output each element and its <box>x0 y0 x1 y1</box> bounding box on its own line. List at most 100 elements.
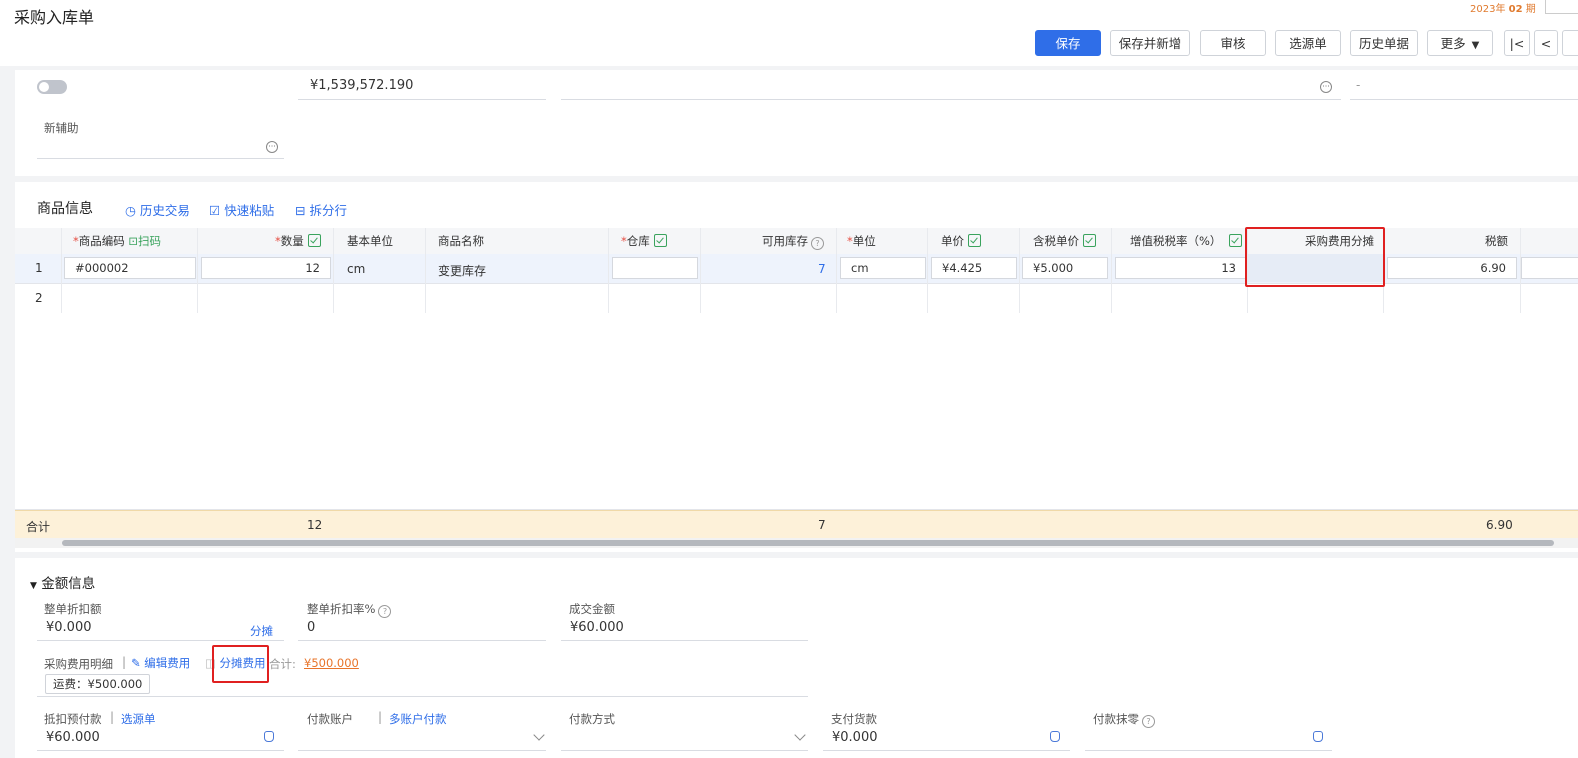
period-indicator[interactable]: 2023年 02 期 <box>1470 0 1536 15</box>
pay-goods-field-line[interactable] <box>823 749 1070 751</box>
empty-row <box>15 429 1578 459</box>
pay-method-select[interactable] <box>561 749 808 751</box>
fee-detail-label: 采购费用明细 <box>44 657 113 671</box>
totals-label: 合计 <box>26 520 51 534</box>
pay-round-field-line[interactable] <box>1085 749 1332 751</box>
deal-amount-label: 成交金额 <box>569 602 615 616</box>
next-record-button[interactable] <box>1562 30 1578 56</box>
quick-paste-link[interactable]: ☑ 快速粘贴 <box>209 200 274 219</box>
checkbox-icon: ☑ <box>209 203 221 218</box>
dash-field-line <box>1350 98 1578 100</box>
multi-account-link[interactable]: 多账户付款 <box>389 711 447 727</box>
more-button[interactable]: 更多 ▼ <box>1427 30 1493 56</box>
save-button[interactable]: 保存 <box>1035 30 1101 56</box>
batch-check-icon[interactable] <box>1083 234 1096 247</box>
aux-dots-icon[interactable]: ··· <box>266 141 278 153</box>
aux-field-line[interactable] <box>37 157 284 159</box>
allocate-link[interactable]: 分摊 <box>250 623 273 639</box>
discount-field-line[interactable] <box>37 639 284 641</box>
batch-check-icon[interactable] <box>307 234 321 247</box>
price-input[interactable]: ¥4.425 <box>931 257 1017 279</box>
sum-value-link[interactable]: ¥500.000 <box>304 656 359 670</box>
history-trade-link[interactable]: ◷ 历史交易 <box>125 200 190 219</box>
discount-value: ¥0.000 <box>46 620 92 635</box>
horizontal-scrollbar[interactable] <box>15 538 1578 548</box>
col-tax-price-label: 含税单价 <box>1033 234 1079 248</box>
pay-method-label: 付款方式 <box>569 712 615 726</box>
unit-input[interactable]: cm <box>840 257 926 279</box>
totals-stock: 7 <box>818 518 826 532</box>
warehouse-input[interactable] <box>612 257 698 279</box>
edit-fee-link[interactable]: ✎ 编辑费用 <box>131 655 190 671</box>
prepay-field-line[interactable] <box>37 749 284 751</box>
chevron-down-icon: ▼ <box>1471 40 1480 51</box>
highlight-box <box>212 645 269 683</box>
col-divider <box>927 228 928 313</box>
first-record-button[interactable]: |< <box>1504 30 1530 56</box>
scan-label: 扫码 <box>138 234 162 248</box>
help-icon[interactable]: ? <box>811 237 824 250</box>
row-number: 1 <box>35 261 43 275</box>
amount-section-title[interactable]: ▼ 金额信息 <box>30 572 95 592</box>
empty-row <box>15 400 1578 430</box>
qty-input[interactable]: 12 <box>201 257 331 279</box>
batch-check-icon[interactable] <box>968 234 981 247</box>
history-trade-label: 历史交易 <box>139 203 190 218</box>
period-year: 2023年 <box>1470 4 1506 15</box>
split-row-link[interactable]: ⊟ 拆分行 <box>295 200 347 219</box>
table-row[interactable]: 2 <box>15 284 1578 314</box>
pay-account-select[interactable] <box>298 749 546 751</box>
toggle-switch[interactable] <box>37 80 67 94</box>
save-and-new-button[interactable]: 保存并新增 <box>1110 30 1190 56</box>
col-name: 商品名称 <box>438 234 484 248</box>
tax-price-input[interactable]: ¥5.000 <box>1022 257 1108 279</box>
col-tax: 税额 <box>1485 234 1508 248</box>
next-col-input[interactable] <box>1521 257 1578 279</box>
stock-cell[interactable]: 7 <box>818 262 826 276</box>
deal-amount-value: ¥60.000 <box>570 620 624 635</box>
money-bag-icon[interactable] <box>1050 731 1060 742</box>
col-stock-label: 可用库存 <box>762 234 808 248</box>
col-divider <box>1019 228 1020 313</box>
tax-input[interactable]: 6.90 <box>1387 257 1517 279</box>
col-warehouse: *仓库 <box>621 228 667 254</box>
empty-row <box>15 313 1578 343</box>
history-docs-button[interactable]: 历史单据 <box>1350 30 1418 56</box>
amount-value: ¥1,539,572.190 <box>310 78 414 93</box>
empty-row <box>15 458 1578 488</box>
name-cell: 变更库存 <box>438 264 487 278</box>
edit-fee-label: 编辑费用 <box>144 656 191 670</box>
discount-rate-text: 整单折扣率% <box>307 602 376 616</box>
col-base-unit: 基本单位 <box>347 234 393 248</box>
col-unit: *单位 <box>847 234 876 248</box>
chevron-left-icon: < <box>1540 36 1552 51</box>
discount-rate-label: 整单折扣率%? <box>307 601 392 618</box>
prev-record-button[interactable]: < <box>1534 30 1558 56</box>
code-input[interactable]: #000002 <box>64 257 196 279</box>
period-switch[interactable] <box>1545 0 1578 14</box>
audit-button[interactable]: 审核 <box>1200 30 1266 56</box>
collapse-triangle-icon: ▼ <box>30 581 37 591</box>
money-bag-icon[interactable] <box>1313 731 1323 742</box>
prepay-select-source-link[interactable]: 选源单 <box>121 711 156 727</box>
col-qty-label: 数量 <box>280 234 304 248</box>
scan-link[interactable]: ⊡扫码 <box>128 234 161 248</box>
batch-check-icon[interactable] <box>1229 234 1243 247</box>
money-bag-icon[interactable] <box>264 731 274 742</box>
header-bar: 采购入库单 2023年 02 期 保存 保存并新增 审核 选源单 历史单据 更多… <box>0 0 1578 66</box>
discount-rate-field-line[interactable] <box>298 639 546 641</box>
period-number: 02 <box>1508 4 1523 15</box>
batch-check-icon[interactable] <box>653 234 667 247</box>
select-source-button[interactable]: 选源单 <box>1275 30 1341 56</box>
base-unit-cell: cm <box>347 262 366 276</box>
more-dots-icon[interactable]: ··· <box>1320 81 1332 93</box>
col-vat-label: 增值税税率（%） <box>1130 234 1222 248</box>
help-icon[interactable]: ? <box>378 605 392 618</box>
split-row-label: 拆分行 <box>309 203 347 218</box>
col-stock: 可用库存? <box>762 228 824 254</box>
vat-input[interactable]: 13 <box>1115 257 1247 279</box>
help-icon[interactable]: ? <box>1142 715 1155 728</box>
freight-fee-tag[interactable]: 运费：¥500.000 <box>45 674 151 694</box>
scroll-thumb[interactable] <box>62 540 1554 546</box>
pencil-icon: ✎ <box>131 656 141 670</box>
